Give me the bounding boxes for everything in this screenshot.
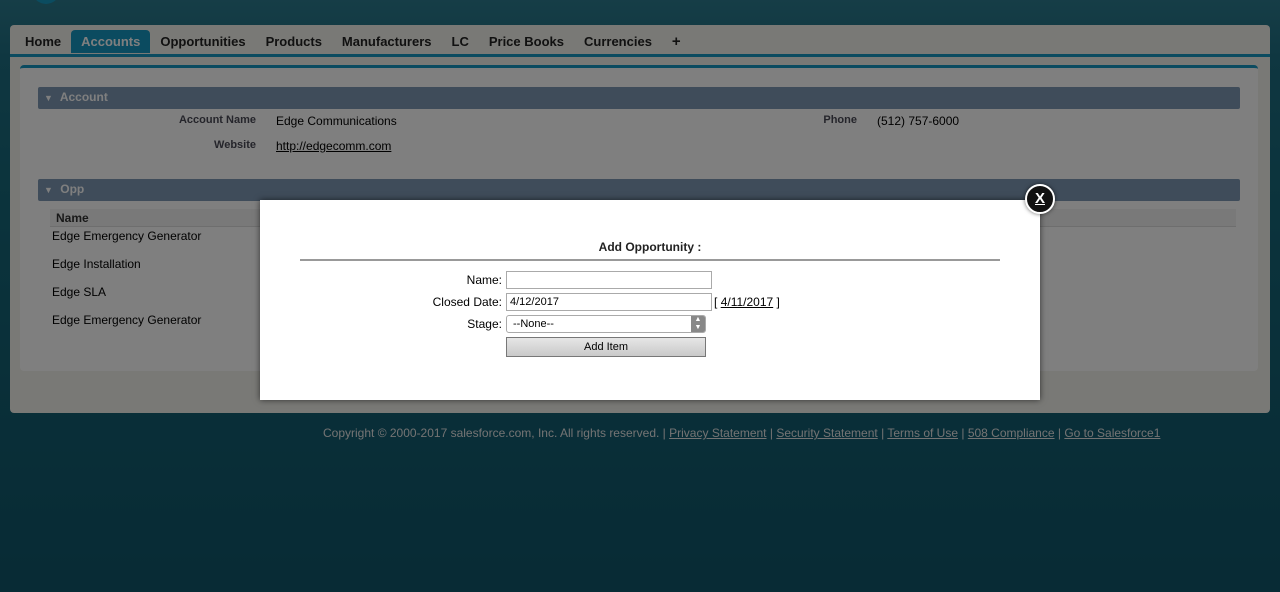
today-date-link[interactable]: 4/11/2017 (721, 295, 774, 309)
stage-selected-value: --None-- (513, 318, 554, 330)
name-input[interactable] (506, 271, 712, 289)
closed-date-label: Closed Date: (432, 295, 502, 309)
select-arrows-icon: ▲ ▼ (691, 316, 705, 332)
bracket-open: [ (714, 295, 718, 309)
closed-date-input[interactable] (506, 293, 712, 311)
close-icon[interactable]: X (1025, 184, 1055, 214)
today-date-picker: [ 4/11/2017 ] (714, 295, 780, 309)
stage-select[interactable]: --None-- ▲ ▼ (506, 315, 706, 333)
name-label: Name: (466, 273, 502, 287)
dialog-title: Add Opportunity : (598, 240, 702, 254)
divider (300, 259, 1000, 261)
stage-label: Stage: (467, 317, 502, 331)
bracket-close: ] (776, 295, 780, 309)
add-item-button[interactable]: Add Item (506, 337, 706, 357)
add-opportunity-dialog: Add Opportunity : Name: Closed Date: [ 4… (260, 200, 1040, 400)
